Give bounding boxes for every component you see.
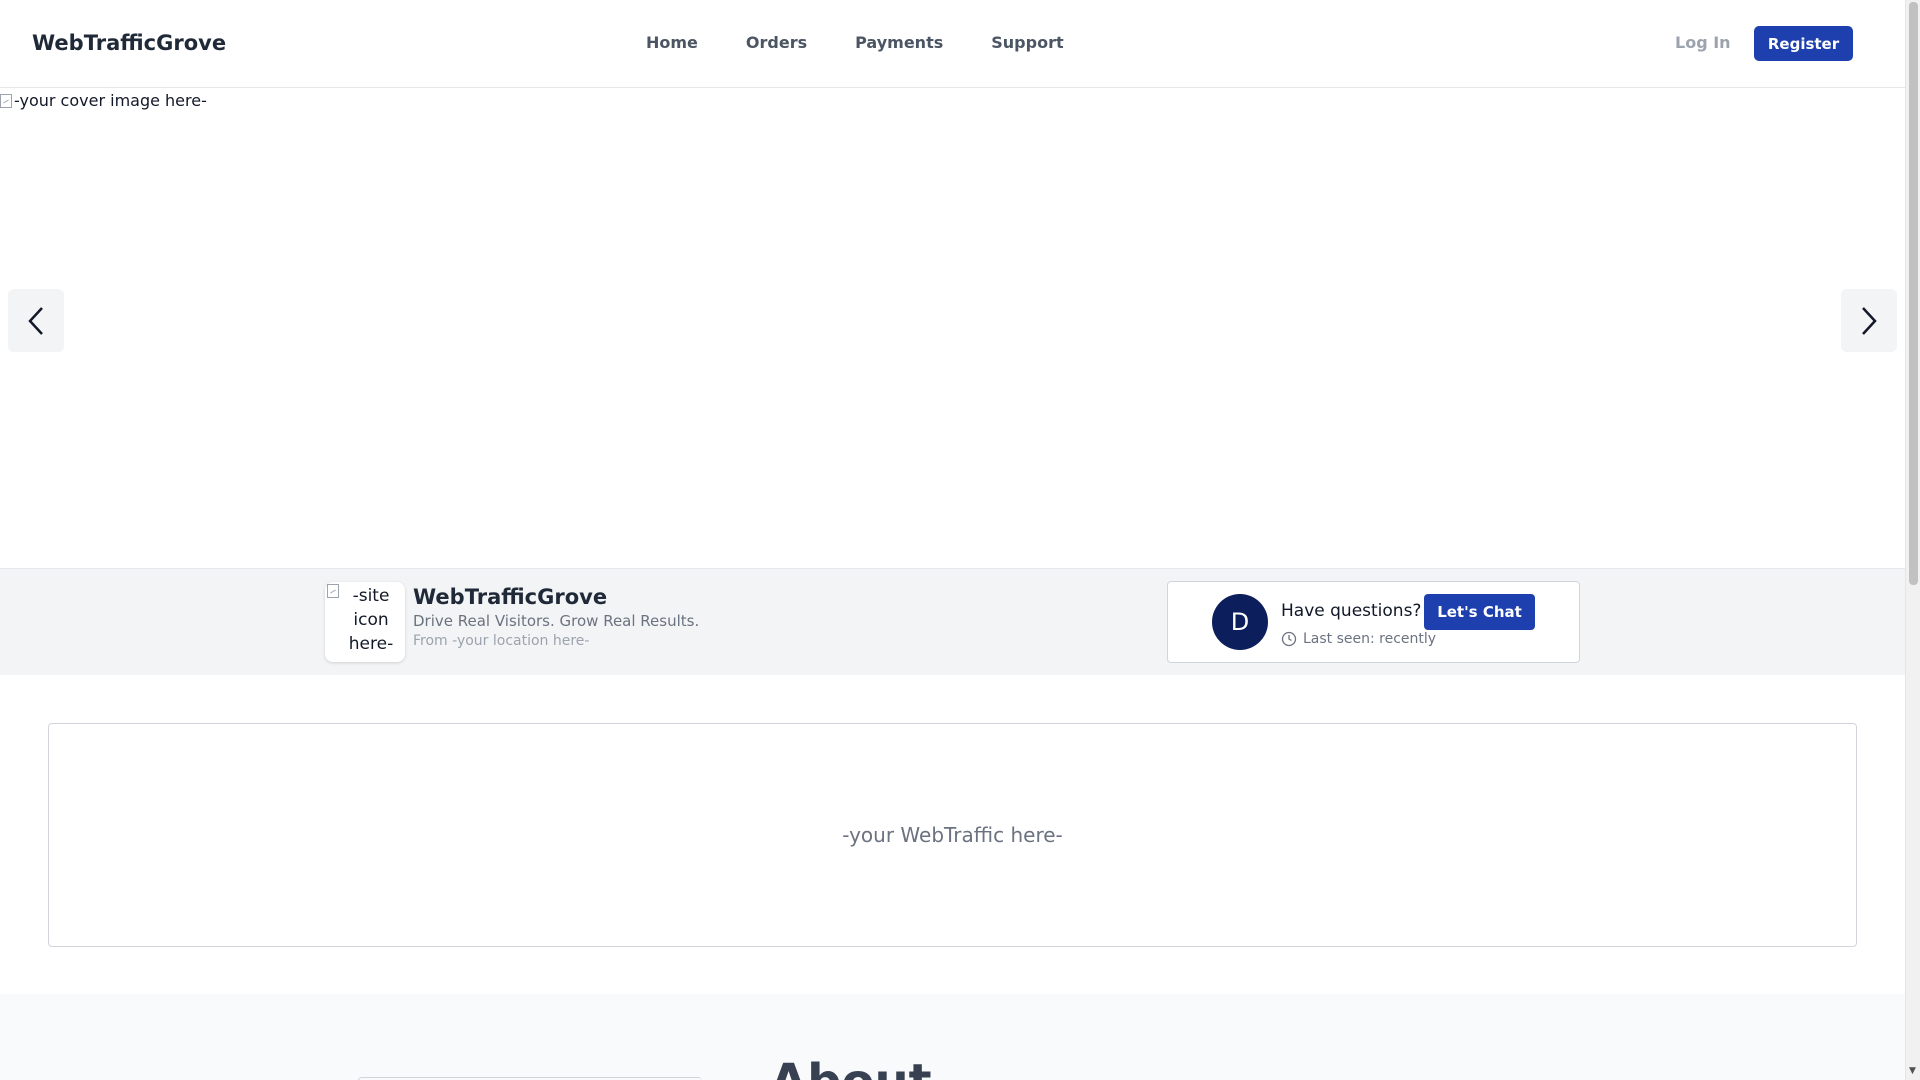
site-header: WebTrafficGrove Home Orders Payments Sup… — [0, 0, 1905, 88]
carousel-prev-button[interactable] — [8, 289, 64, 352]
chevron-right-icon — [1862, 306, 1877, 335]
about-section: About — [0, 994, 1905, 1080]
cover-image-alt: -your cover image here- — [14, 91, 207, 110]
carousel-next-button[interactable] — [1841, 289, 1897, 352]
avatar: D — [1212, 594, 1268, 650]
main-nav: Home Orders Payments Support — [646, 33, 1112, 52]
content-section: -your WebTraffic here- — [0, 675, 1905, 994]
nav-home[interactable]: Home — [646, 33, 698, 52]
page: WebTrafficGrove Home Orders Payments Sup… — [0, 0, 1905, 1080]
profile-bar: -site icon here- WebTrafficGrove Drive R… — [0, 568, 1905, 675]
register-button[interactable]: Register — [1754, 26, 1853, 61]
chevron-left-icon — [28, 306, 43, 335]
chat-question: Have questions? — [1281, 601, 1422, 621]
content-box: -your WebTraffic here- — [48, 723, 1857, 947]
profile-name: WebTrafficGrove — [413, 585, 608, 609]
last-seen-text: Last seen: recently — [1303, 631, 1437, 647]
nav-support[interactable]: Support — [991, 33, 1063, 52]
about-title: About — [770, 1054, 932, 1080]
lets-chat-button[interactable]: Let's Chat — [1424, 594, 1535, 630]
nav-payments[interactable]: Payments — [855, 33, 943, 52]
broken-image-icon — [0, 93, 12, 108]
content-placeholder: -your WebTraffic here- — [842, 823, 1063, 847]
broken-image-icon — [327, 584, 339, 598]
scrollbar-thumb[interactable] — [1909, 2, 1918, 585]
cover-carousel: -your cover image here- — [0, 89, 1905, 568]
clock-icon — [1281, 631, 1297, 647]
login-link[interactable]: Log In — [1675, 33, 1731, 52]
brand-logo[interactable]: WebTrafficGrove — [32, 31, 226, 55]
site-icon: -site icon here- — [325, 582, 405, 662]
page-scrollbar[interactable]: ▼ — [1905, 0, 1920, 1080]
profile-tagline: Drive Real Visitors. Grow Real Results. — [413, 612, 700, 630]
scroll-down-icon[interactable]: ▼ — [1909, 1066, 1916, 1076]
profile-location: From -your location here- — [413, 633, 590, 649]
cover-image: -your cover image here- — [0, 91, 207, 110]
nav-orders[interactable]: Orders — [746, 33, 807, 52]
chat-card: D Have questions? Let's Chat Last seen: … — [1167, 581, 1580, 663]
last-seen: Last seen: recently — [1281, 631, 1436, 647]
